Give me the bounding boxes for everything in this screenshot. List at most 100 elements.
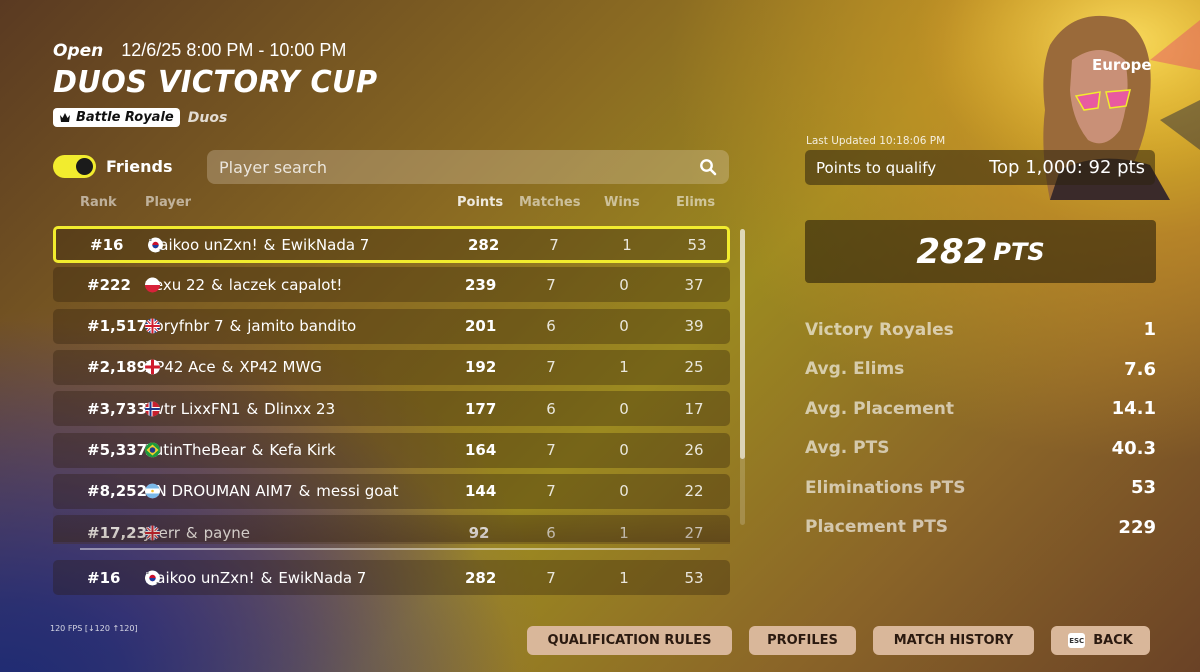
rank-cell: #16 — [87, 568, 121, 587]
mode-sub-label: Duos — [187, 109, 228, 126]
ampersand: & — [260, 568, 273, 587]
stat-victory-royales: Victory Royales 1 — [805, 310, 1156, 350]
player-cell: XP42 Ace & XP42 MWG — [145, 358, 322, 376]
stat-elimination-pts: Eliminations PTS 53 — [805, 468, 1156, 508]
match-history-button[interactable]: MATCH HISTORY — [873, 626, 1034, 655]
self-rank-row[interactable]: #16 Haikoo unZxn! & EwikNada 7 282 7 1 53 — [53, 560, 730, 595]
mode-tag-label: Battle Royale — [76, 110, 174, 125]
stat-value: 40.3 — [1111, 437, 1156, 459]
rank-cell: #2,189 — [87, 358, 148, 377]
player-cell: Joerr & payne — [145, 524, 250, 542]
scrollbar-thumb[interactable] — [740, 229, 745, 459]
back-button[interactable]: ESC BACK — [1051, 626, 1150, 655]
country-flag-icon — [148, 237, 163, 252]
wins-cell: 0 — [619, 275, 629, 294]
player-name: CN DROUMAN AIM7 — [145, 482, 293, 501]
player-cell: PutinTheBear & Kefa Kirk — [145, 441, 336, 459]
stat-value: 229 — [1118, 516, 1156, 538]
friends-filter[interactable]: Friends — [53, 155, 173, 178]
qualification-rules-label: QUALIFICATION RULES — [547, 633, 712, 648]
ampersand: & — [185, 523, 198, 542]
stat-value: 7.6 — [1124, 358, 1156, 380]
player-name: messi goat — [316, 482, 399, 501]
table-row[interactable]: #1,517 doryfnbr 7 & jamito bandito 201 6 0 39 — [53, 308, 730, 344]
table-row[interactable]: #222 vexu 22 & laczek capalot! 239 7 0 37 — [53, 267, 730, 303]
matches-cell: 7 — [546, 568, 556, 587]
ampersand: & — [246, 399, 259, 418]
rank-cell: #3,733 — [87, 399, 148, 418]
table-row[interactable]: #5,337 PutinTheBear & Kefa Kirk 164 7 0 26 — [53, 432, 730, 468]
elims-cell: 22 — [684, 482, 704, 501]
friends-toggle[interactable] — [53, 155, 96, 178]
player-cell: vexu 22 & laczek capalot! — [145, 276, 342, 294]
qualify-panel: Points to qualify Top 1,000: 92 pts — [805, 150, 1155, 185]
player-name: Haikoo unZxn! — [145, 568, 255, 587]
points-cell: 201 — [465, 317, 497, 336]
stat-placement-pts: Placement PTS 229 — [805, 508, 1156, 548]
player-name: XP42 MWG — [239, 358, 322, 377]
rank-cell: #222 — [87, 275, 131, 294]
table-row[interactable]: #2,189 XP42 Ace & XP42 MWG 192 7 1 25 — [53, 349, 730, 385]
country-flag-icon — [145, 318, 160, 334]
search-input[interactable] — [219, 157, 699, 177]
last-updated: Last Updated 10:18:06 PM — [806, 135, 946, 147]
table-row[interactable]: #3,733 Twtr LixxFN1 & Dlinxx 23 177 6 0 17 — [53, 391, 730, 427]
stat-label: Placement PTS — [805, 517, 949, 538]
points-cell: 239 — [465, 275, 497, 294]
stat-label: Victory Royales — [805, 319, 954, 340]
table-row[interactable]: #17,231 Joerr & payne 92 6 1 27 — [53, 515, 730, 542]
match-history-label: MATCH HISTORY — [893, 633, 1014, 648]
stat-label: Avg. Elims — [805, 359, 905, 380]
matches-cell: 6 — [546, 399, 556, 418]
table-header: Rank Player Points Matches Wins Elims — [53, 195, 730, 213]
matches-cell: 6 — [546, 523, 556, 542]
toggle-knob — [76, 158, 93, 175]
total-points-box: 282 PTS — [805, 220, 1156, 283]
points-cell: 282 — [468, 235, 500, 254]
country-flag-icon — [145, 359, 160, 375]
event-header: Open 12/6/25 8:00 PM - 10:00 PM DUOS VIC… — [53, 40, 391, 127]
country-flag-icon — [145, 483, 160, 499]
header-elims: Elims — [676, 195, 716, 210]
header-rank: Rank — [80, 195, 117, 210]
player-name: EwikNada 7 — [278, 568, 367, 587]
wins-cell: 1 — [622, 235, 632, 254]
stat-value: 1 — [1143, 319, 1156, 341]
table-row-selected[interactable]: #16 Haikoo unZxn! & EwikNada 7 282 7 1 53 — [53, 226, 730, 263]
stat-label: Avg. Placement — [805, 398, 955, 419]
player-search[interactable] — [207, 150, 729, 184]
player-name: Haikoo unZxn! — [148, 235, 258, 254]
player-name: Dlinxx 23 — [264, 399, 336, 418]
wins-cell: 1 — [619, 568, 629, 587]
ampersand: & — [263, 235, 276, 254]
country-flag-icon — [145, 277, 160, 293]
qualification-rules-button[interactable]: QUALIFICATION RULES — [527, 626, 732, 655]
player-name: payne — [203, 523, 250, 542]
points-cell: 192 — [465, 358, 497, 377]
elims-cell: 39 — [684, 317, 704, 336]
player-cell: Twtr LixxFN1 & Dlinxx 23 — [145, 400, 335, 418]
crown-icon — [60, 113, 70, 122]
player-name: EwikNada 7 — [281, 235, 370, 254]
elims-cell: 25 — [684, 358, 704, 377]
stat-avg-pts: Avg. PTS 40.3 — [805, 429, 1156, 469]
profiles-button[interactable]: PROFILES — [749, 626, 856, 655]
player-name: jamito bandito — [247, 317, 357, 336]
player-name: laczek capalot! — [228, 275, 343, 294]
wins-cell: 0 — [619, 482, 629, 501]
leaderboard-list[interactable]: #16 Haikoo unZxn! & EwikNada 7 282 7 1 53 #222 ve… — [53, 226, 730, 542]
rank-cell: #1,517 — [87, 317, 148, 336]
leaderboard-scrollbar[interactable] — [740, 229, 745, 525]
points-cell: 92 — [468, 523, 490, 542]
search-icon[interactable] — [699, 158, 717, 176]
ampersand: & — [251, 441, 264, 459]
total-points-value: 282 — [916, 231, 988, 272]
player-cell: Haikoo unZxn! & EwikNada 7 — [145, 569, 366, 587]
country-flag-icon — [145, 525, 160, 541]
table-row[interactable]: #8,252 CN DROUMAN AIM7 & messi goat 144 7 0 22 — [53, 473, 730, 509]
country-flag-icon — [145, 442, 160, 458]
matches-cell: 7 — [546, 441, 556, 459]
elims-cell: 53 — [687, 235, 707, 254]
matches-cell: 7 — [546, 275, 556, 294]
friends-label: Friends — [106, 157, 173, 176]
